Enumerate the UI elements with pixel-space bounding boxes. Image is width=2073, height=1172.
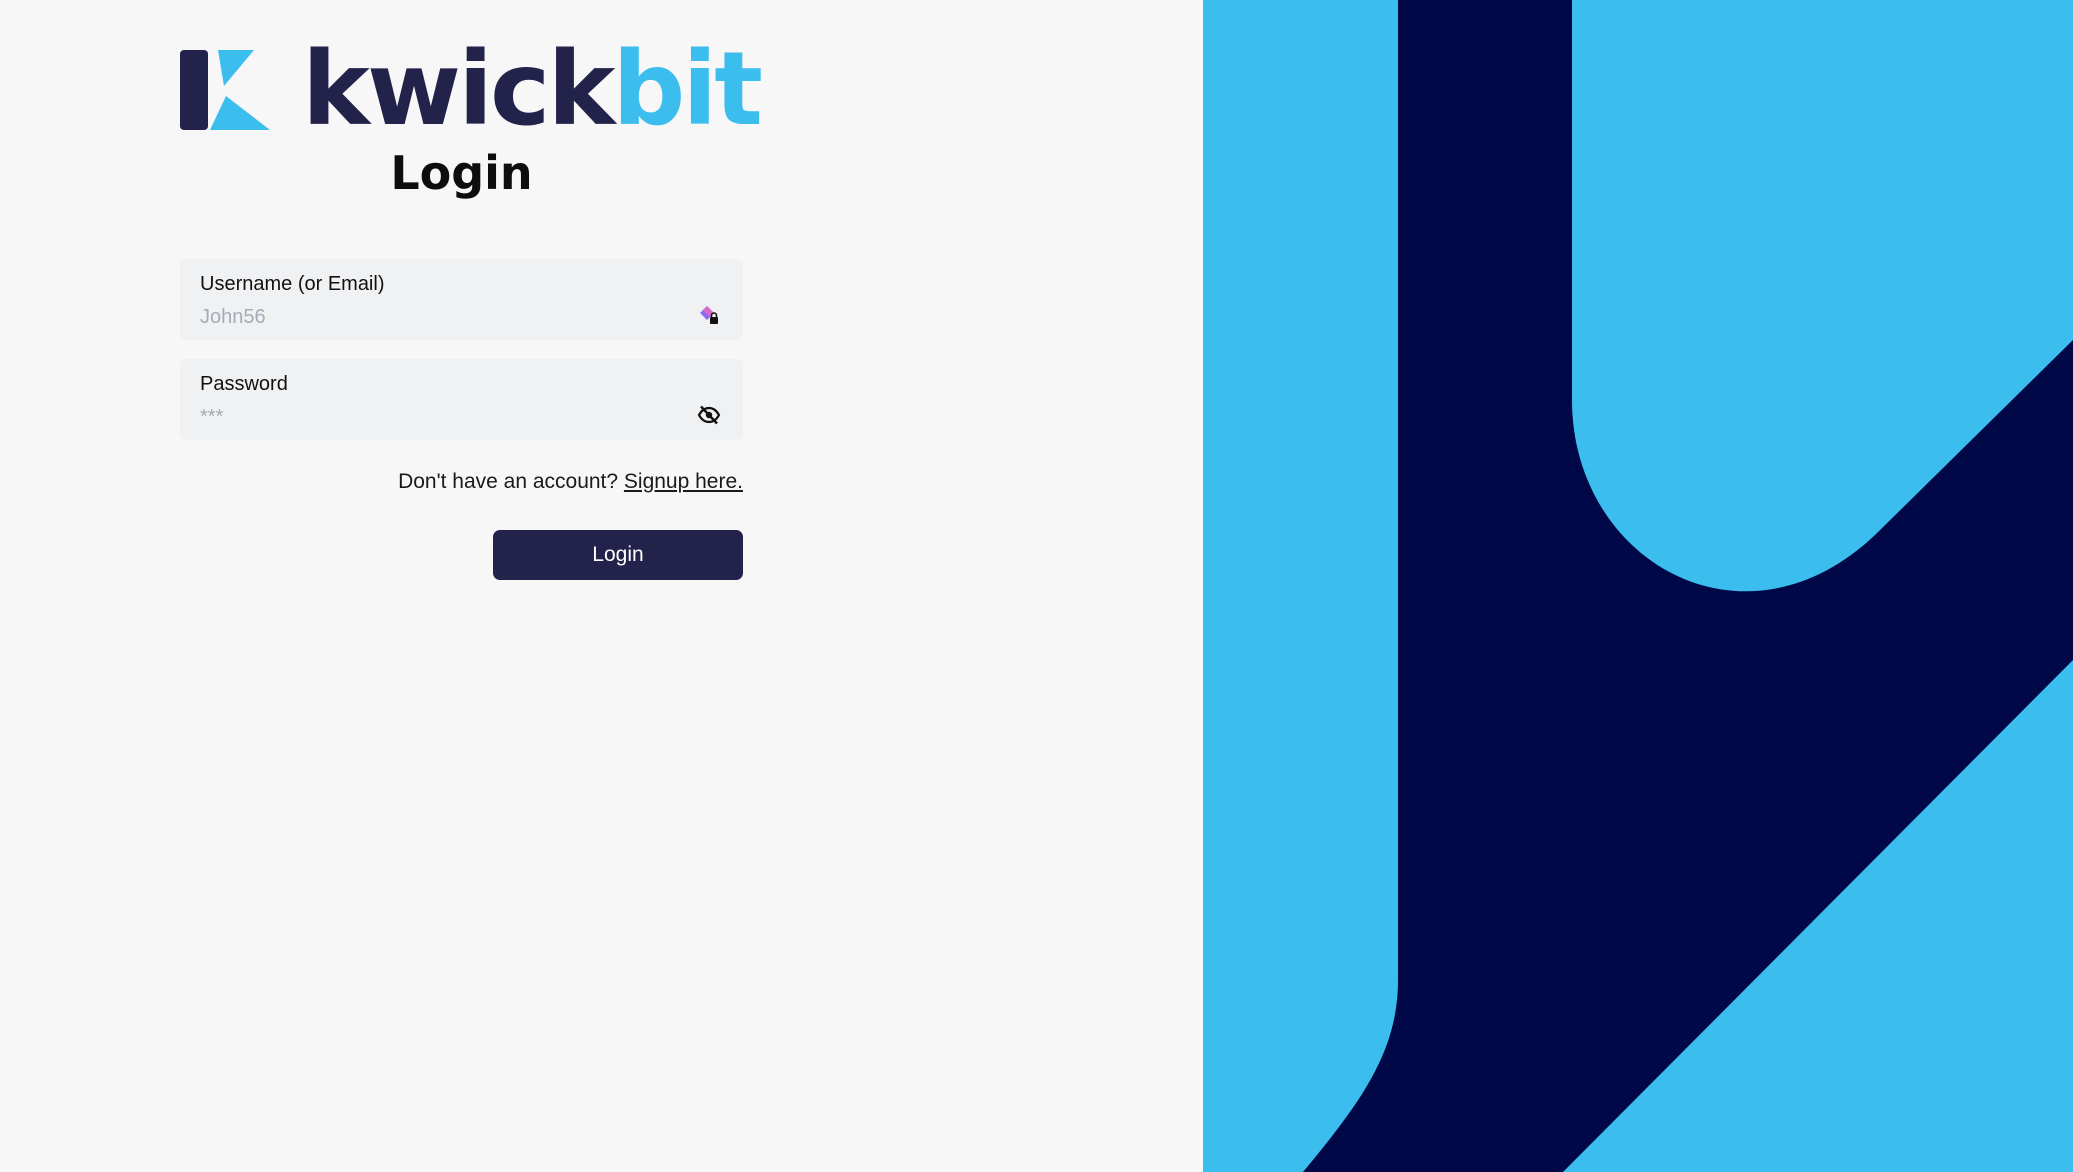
signup-prompt: Don't have an account? Signup here. <box>180 470 743 494</box>
username-input[interactable] <box>200 303 680 331</box>
page-title: Login <box>390 146 533 200</box>
brand-name-light: bit <box>612 30 763 149</box>
brand-wordmark: kwick bit <box>302 30 763 149</box>
signup-prompt-text: Don't have an account? <box>398 470 619 493</box>
password-manager-icon[interactable] <box>697 303 721 327</box>
brand-graphic-panel <box>1203 0 2073 1172</box>
login-panel: kwickbit Login Username (or Email) Passw… <box>0 0 1203 1172</box>
login-page: kwickbit Login Username (or Email) Passw… <box>0 0 2073 1172</box>
eye-slash-icon[interactable] <box>697 403 721 427</box>
signup-link[interactable]: Signup here. <box>624 470 743 493</box>
password-field[interactable]: Password <box>180 359 743 440</box>
username-field[interactable]: Username (or Email) <box>180 259 743 340</box>
password-label: Password <box>200 373 288 395</box>
login-button[interactable]: Login <box>493 530 743 580</box>
brand-name-dark: kwick <box>302 30 615 149</box>
username-label: Username (or Email) <box>200 273 385 295</box>
brand-k-graphic <box>1203 0 2073 1172</box>
brand-logo: kwick bit <box>180 30 763 149</box>
kwickbit-k-logo-icon <box>180 50 270 130</box>
password-input[interactable] <box>200 403 680 431</box>
